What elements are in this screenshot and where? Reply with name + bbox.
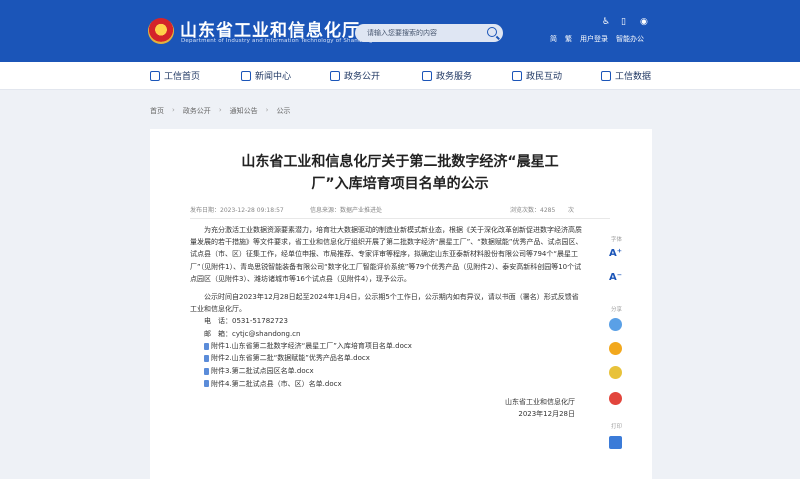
breadcrumb-separator: ›	[265, 106, 269, 114]
doc-file-icon	[204, 367, 209, 375]
data-icon	[601, 70, 611, 81]
attachment-4[interactable]: 附件4.第二批试点县（市、区）名单.docx	[190, 378, 585, 391]
attachment-3[interactable]: 附件3.第二批试点园区名单.docx	[190, 365, 585, 378]
attachment-2[interactable]: 附件2.山东省第二批“数据赋能”优秀产品名单.docx	[190, 352, 585, 365]
font-increase-icon[interactable]: A⁺	[609, 248, 622, 259]
smart-office-link[interactable]: 智能办公	[616, 34, 644, 44]
accessibility-icon[interactable]: ♿	[602, 17, 610, 27]
breadcrumb-notices[interactable]: 通知公告	[230, 106, 258, 116]
article-meta: 发布日期：2023-12-28 09:18:57 信息来源：数据产业推进处 浏览…	[190, 205, 610, 219]
nav-gov-services[interactable]: 政务服务	[422, 69, 472, 82]
breadcrumb-home[interactable]: 首页	[150, 106, 164, 116]
doc-file-icon	[204, 380, 209, 388]
login-link[interactable]: 用户登录	[580, 34, 608, 44]
nav-home[interactable]: 工信首页	[150, 69, 200, 82]
share-qzone-icon[interactable]	[609, 342, 622, 355]
nav-gov-affairs[interactable]: 政务公开	[330, 69, 380, 82]
services-icon	[422, 70, 432, 81]
header: 山东省工业和信息化厅 Department of Industry and In…	[0, 0, 800, 62]
affairs-icon	[330, 70, 340, 81]
doc-file-icon	[204, 355, 209, 363]
attachment-1[interactable]: 附件1.山东省第二批数字经济“晨星工厂”入库培育项目名单.docx	[190, 340, 585, 353]
breadcrumb-separator: ›	[218, 106, 222, 114]
font-size-label: 字体	[611, 237, 623, 243]
article-body: 为充分激活工业数据资源要素潜力，培育壮大数据驱动的制造业新模式新业态，根据《关于…	[190, 224, 585, 421]
search-placeholder: 请输入您要搜索的内容	[367, 29, 437, 37]
nav-interaction[interactable]: 政民互动	[512, 69, 562, 82]
search-input[interactable]: 请输入您要搜索的内容	[355, 24, 503, 42]
paragraph-2: 公示时间自2023年12月28日起至2024年1月4日，公示期5个工作日，公示期…	[190, 293, 579, 314]
breadcrumb-separator: ›	[172, 106, 175, 114]
main-nav: 工信首页 新闻中心 政务公开 政务服务 政民互动 工信数据	[0, 62, 800, 90]
font-decrease-icon[interactable]: A⁻	[609, 272, 622, 283]
publish-date: 发布日期：2023-12-28 09:18:57	[190, 207, 284, 214]
simplified-link[interactable]: 简	[550, 34, 557, 44]
article-title: 山东省工业和信息化厅关于第二批数字经济“晨星工 厂”入库培育项目名单的公示	[241, 154, 559, 192]
weibo-icon[interactable]: ◉	[640, 17, 648, 27]
signature-org: 山东省工业和信息化厅	[505, 398, 575, 407]
doc-file-icon	[204, 342, 209, 350]
signature-date: 2023年12月28日	[518, 410, 575, 419]
mobile-icon[interactable]: ▯	[621, 17, 626, 27]
breadcrumb-gov-affairs[interactable]: 政务公开	[183, 106, 211, 116]
interaction-icon	[512, 70, 522, 81]
paragraph-1: 为充分激活工业数据资源要素潜力，培育壮大数据驱动的制造业新模式新业态，根据《关于…	[190, 226, 583, 283]
home-icon	[150, 70, 160, 81]
view-count-unit: 次	[568, 207, 575, 214]
print-label: 打印	[611, 424, 623, 430]
share-qq-icon[interactable]	[609, 318, 622, 331]
share-label: 分享	[611, 307, 623, 313]
national-emblem-icon	[148, 18, 174, 44]
info-source: 信息来源：数据产业推进处	[310, 207, 383, 214]
share-weibo-icon[interactable]	[609, 392, 622, 405]
breadcrumb: 首页 › 政务公开 › 通知公告 › 公示	[150, 106, 290, 116]
nav-news[interactable]: 新闻中心	[241, 69, 291, 82]
traditional-link[interactable]: 繁	[565, 34, 572, 44]
news-icon	[241, 70, 251, 81]
contact-email: 邮 箱：cytjc@shandong.cn	[204, 329, 301, 338]
share-zone-icon[interactable]	[609, 366, 622, 379]
view-count: 浏览次数：4285	[510, 207, 556, 214]
search-icon[interactable]	[487, 27, 497, 37]
breadcrumb-publicity[interactable]: 公示	[276, 106, 290, 116]
nav-data[interactable]: 工信数据	[601, 69, 651, 82]
print-icon[interactable]	[609, 436, 622, 449]
contact-phone: 电 话：0531-51782723	[204, 317, 288, 326]
top-links: 简 繁 用户登录 智能办公	[550, 34, 644, 44]
